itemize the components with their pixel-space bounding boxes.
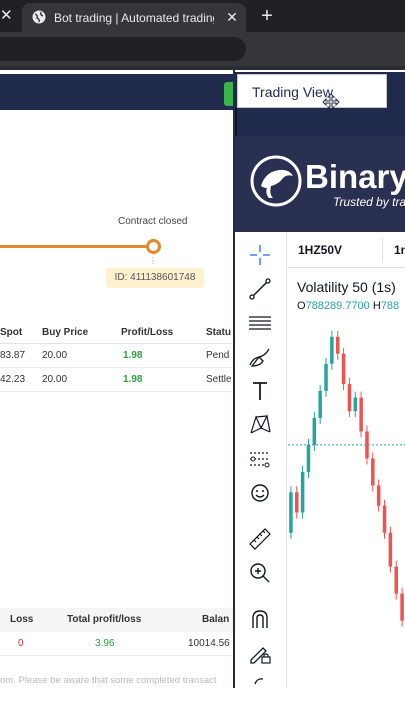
candle-body: [394, 566, 398, 594]
candle-body: [388, 532, 393, 567]
cell-buy-price: 20.00: [42, 374, 68, 385]
ohlc-open-label: O: [297, 300, 306, 312]
bot-trading-page: Contract closed ⋮ ID: 411138601748 Spot …: [0, 70, 233, 720]
contract-id-badge[interactable]: ID: 411138601748: [106, 268, 204, 288]
table-row[interactable]: 83.87 20.00 1.98 Pend: [0, 344, 233, 368]
header-action-button[interactable]: [224, 82, 233, 106]
brand-tagline: Trusted by traders: [333, 195, 405, 209]
summary-header-balance: Balan: [202, 614, 230, 625]
candle-body: [347, 384, 352, 412]
brand-banner: Binary. Trusted by traders: [235, 136, 405, 232]
ruler-icon[interactable]: [247, 526, 273, 552]
active-tab[interactable]: Bot trading | Automated trading ✕: [22, 3, 246, 32]
cell-profit-loss: 1.98: [123, 350, 143, 361]
cell-status: Settle: [206, 374, 232, 385]
summary-header-total-profit-loss: Total profit/loss: [67, 614, 142, 625]
transactions-disclaimer: om. Please be aware that some completed …: [0, 675, 217, 686]
text-icon[interactable]: [247, 378, 273, 404]
symbol-search-button[interactable]: 1HZ50V: [298, 243, 342, 257]
candle-body: [306, 444, 311, 472]
previous-tab-close-icon[interactable]: ✕: [0, 6, 14, 26]
brand-name: Binary.: [305, 158, 405, 195]
candle-body: [300, 471, 305, 513]
trading-view-subheader: [235, 108, 405, 136]
marker-connector: ⋮: [149, 256, 157, 265]
magnet-icon[interactable]: [247, 606, 273, 632]
cell-buy-price: 20.00: [42, 350, 68, 361]
cell-status: Pend: [206, 350, 230, 361]
summary-header-loss: Loss: [10, 614, 34, 625]
browser-tab-strip: ✕ Bot trading | Automated trading ✕ +: [0, 0, 405, 32]
page-header: [0, 74, 233, 110]
candle-body: [295, 492, 299, 513]
browser-toolbar: [0, 32, 405, 66]
summary-row: 0 3.96 10014.56: [0, 632, 233, 656]
screen: ✕ Bot trading | Automated trading ✕ + Co…: [0, 0, 405, 720]
column-header-spot: Spot: [0, 327, 23, 338]
trading-view-header[interactable]: Trading View: [235, 72, 405, 111]
candle-body: [324, 363, 328, 391]
candle-body: [365, 431, 369, 459]
trading-view-title: Trading View: [252, 84, 333, 100]
trading-view-title-bar[interactable]: Trading View: [237, 74, 387, 111]
candle-body: [341, 353, 346, 385]
cell-profit-loss: 1.98: [123, 374, 143, 385]
transactions-table-header: Spot Buy Price Profit/Loss Statu: [0, 322, 233, 344]
address-bar[interactable]: [0, 37, 246, 61]
zoom-in-icon[interactable]: [247, 560, 273, 586]
summary-header: Loss Total profit/loss Balan: [0, 608, 233, 632]
trend-line-icon[interactable]: [247, 276, 273, 302]
toolbar-separator: [382, 238, 383, 262]
ohlc-high-value: 788: [380, 300, 400, 312]
contract-end-marker: [146, 239, 161, 254]
pattern-icon[interactable]: [247, 412, 273, 438]
horizontal-lines-icon[interactable]: [247, 310, 273, 336]
timeframe-button[interactable]: 1n: [394, 243, 405, 257]
table-row[interactable]: 42.23 20.00 1.98 Settle: [0, 368, 233, 392]
summary-loss-value: 0: [18, 638, 24, 649]
candle-body: [312, 417, 317, 445]
candlestick-chart[interactable]: [288, 320, 405, 688]
candle-body: [335, 336, 340, 354]
contract-progress-line: [0, 245, 154, 248]
candle-body: [400, 593, 404, 621]
ohlc-high-label: H: [372, 300, 381, 312]
candle-body: [371, 458, 375, 486]
summary-total-profit-loss-value: 3.96: [95, 638, 115, 649]
more-tools-icon[interactable]: [247, 672, 273, 688]
column-header-status: Statu: [206, 327, 231, 338]
new-tab-button[interactable]: +: [257, 6, 277, 26]
tab-close-icon[interactable]: ✕: [223, 8, 241, 26]
summary-balance-value: 10014.56: [188, 638, 230, 649]
crosshair-icon[interactable]: [247, 242, 273, 268]
symbol-toolbar: 1HZ50V 1n: [288, 232, 405, 268]
emoji-icon[interactable]: [247, 480, 273, 506]
candle-body: [353, 397, 358, 412]
subheader-edge: [235, 108, 237, 136]
tab-title: Bot trading | Automated trading: [54, 11, 214, 25]
drawing-toolbar: [235, 232, 287, 688]
binary-logo-icon: [250, 155, 302, 207]
candle-body: [289, 492, 293, 533]
panel-footer: [233, 688, 405, 720]
candle-body: [376, 485, 381, 506]
column-header-buy-price: Buy Price: [42, 327, 89, 338]
candle-body: [359, 397, 363, 432]
contract-status: Contract closed: [118, 216, 188, 227]
lock-pencil-icon[interactable]: [247, 640, 273, 666]
trading-view-panel: Trading View Binary. Trusted by traders: [233, 70, 405, 688]
prediction-icon[interactable]: [247, 446, 273, 472]
cell-spot: 83.87: [0, 350, 26, 361]
candle-body: [330, 336, 334, 364]
brush-icon[interactable]: [247, 344, 273, 370]
chart-legend-title: Volatility 50 (1s): [297, 279, 396, 295]
column-header-profit-loss: Profit/Loss: [121, 327, 174, 338]
candle-body: [382, 505, 387, 533]
candle-body: [318, 390, 322, 418]
cell-spot: 42.23: [0, 374, 26, 385]
ohlc-open-value: 788289.7700: [305, 300, 370, 312]
chart-legend-ohlc: O788289.7700 H788: [297, 299, 399, 313]
globe-icon: [32, 10, 46, 24]
